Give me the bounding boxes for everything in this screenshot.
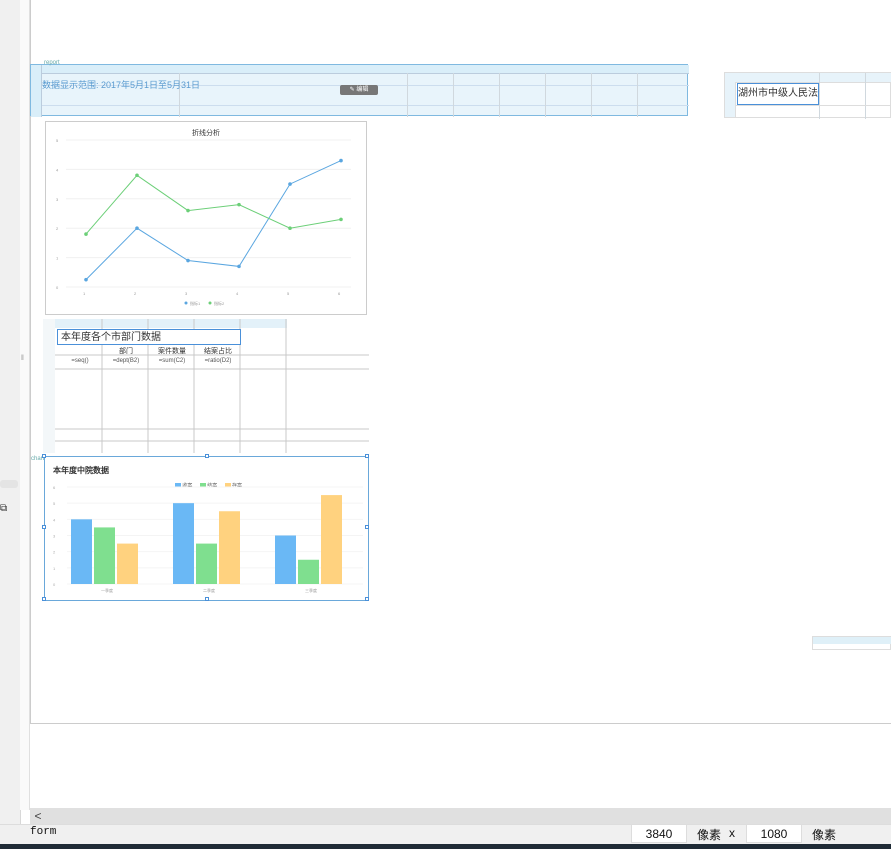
data-point	[339, 217, 343, 222]
y-tick-label: 6	[53, 485, 56, 490]
width-input[interactable]: 3840	[631, 824, 687, 843]
court-name-cell[interactable]: 湖州市中级人民法院	[737, 83, 819, 105]
height-input[interactable]: 1080	[746, 824, 802, 843]
edit-button[interactable]: ✎ 编辑	[340, 85, 378, 95]
y-tick-label: 2	[56, 226, 59, 231]
legend-label: 指标1	[190, 300, 201, 306]
x-tick-label: 二季度	[203, 587, 215, 593]
formula-cell[interactable]: =dept(B2)	[103, 358, 149, 367]
y-tick-label: 4	[53, 517, 56, 522]
table-title-cell[interactable]: 本年度各个市部门数据	[57, 329, 241, 345]
data-point	[135, 173, 139, 178]
resize-handle[interactable]	[365, 597, 369, 601]
data-point	[84, 232, 88, 236]
data-point	[339, 158, 343, 163]
bar	[321, 495, 342, 584]
y-tick-label: 5	[53, 501, 56, 506]
y-tick-label: 2	[53, 550, 56, 555]
date-range-title[interactable]: 数据显示范围: 2017年5月1日至5月31日	[42, 78, 200, 91]
line-chart-plot: 0 1 2 3 4 5 1 2 3 4 5 6 指标1 指标2	[56, 138, 351, 306]
x-tick-label: 一季度	[101, 587, 113, 593]
resize-handle[interactable]	[42, 525, 46, 529]
header-dept: 部门	[119, 348, 133, 355]
left-gutter	[20, 0, 30, 810]
bar	[196, 543, 217, 584]
y-tick-label: 0	[53, 582, 56, 587]
bar	[219, 511, 240, 584]
legend-marker	[208, 301, 212, 305]
y-tick-label: 4	[56, 167, 59, 172]
line-chart[interactable]: 折线分析 0 1 2 3 4 5 1 2 3 4 5 6 指标1 指标2	[45, 121, 367, 315]
legend-marker	[184, 301, 188, 305]
resize-handle[interactable]	[365, 454, 369, 458]
resize-handle[interactable]	[205, 454, 209, 458]
header-ratio: 结案占比	[204, 348, 232, 355]
data-point	[186, 208, 190, 213]
series-line	[85, 174, 342, 235]
bar-chart[interactable]: 本年度中院数据 收案 结案 存案 0 1 2 3 4 5 6 一季度 二季度 三季度	[42, 454, 369, 601]
formula-cell[interactable]: =sum(C2)	[149, 358, 195, 367]
y-tick-label: 1	[53, 566, 56, 571]
formula-cell[interactable]: =seq()	[57, 358, 103, 367]
layer-icon[interactable]: ⧉	[0, 503, 9, 515]
y-tick-label: 1	[56, 256, 59, 261]
y-tick-label: 3	[53, 534, 56, 539]
x-tick-label: 6	[338, 291, 341, 296]
bar	[173, 503, 194, 584]
bar	[117, 543, 138, 584]
x-tick-label: 1	[83, 291, 86, 296]
data-point	[186, 258, 190, 263]
resize-handle[interactable]	[205, 597, 209, 601]
width-unit: 像素	[697, 828, 722, 842]
panel-toggle[interactable]	[0, 480, 18, 488]
data-point	[237, 202, 241, 207]
data-point	[288, 182, 292, 186]
y-tick-label: 3	[56, 197, 59, 202]
bar	[298, 559, 319, 584]
bar-chart-plot: 0 1 2 3 4 5 6 一季度 二季度 三季度	[53, 485, 363, 593]
scroll-left-arrow-icon[interactable]: <	[30, 808, 46, 824]
bar	[71, 519, 92, 584]
x-tick-label: 5	[287, 291, 290, 296]
times-sign: x	[729, 826, 735, 840]
x-tick-label: 3	[185, 291, 188, 296]
x-tick-label: 三季度	[305, 587, 317, 593]
x-tick-label: 2	[134, 291, 137, 296]
resize-handle[interactable]	[42, 454, 46, 458]
y-tick-label: 5	[56, 138, 59, 143]
data-point	[288, 226, 292, 230]
height-unit: 像素	[812, 828, 837, 842]
column-header	[725, 73, 891, 83]
formula-cell[interactable]: =ratio(D2)	[195, 358, 241, 367]
data-point	[84, 277, 88, 282]
bar	[94, 527, 115, 584]
left-toolbar	[0, 0, 21, 849]
taskbar-strip	[0, 844, 891, 849]
collapse-handle-icon[interactable]: ‖	[21, 355, 27, 363]
data-point	[135, 226, 139, 230]
bar	[275, 535, 296, 584]
resize-handle[interactable]	[42, 597, 46, 601]
series-line	[85, 160, 342, 281]
resize-handle[interactable]	[365, 525, 369, 529]
report-sheet-far[interactable]	[812, 636, 891, 650]
horizontal-scrollbar[interactable]	[30, 808, 891, 824]
column-header	[813, 637, 891, 644]
sheet-label: report	[44, 60, 60, 66]
form-label: form	[30, 826, 57, 838]
header-case-count: 案件数量	[158, 348, 186, 355]
y-tick-label: 0	[56, 285, 59, 290]
x-tick-label: 4	[236, 291, 239, 296]
legend-label: 指标2	[214, 300, 225, 306]
data-point	[237, 264, 241, 269]
edit-button-label: 编辑	[356, 87, 369, 93]
